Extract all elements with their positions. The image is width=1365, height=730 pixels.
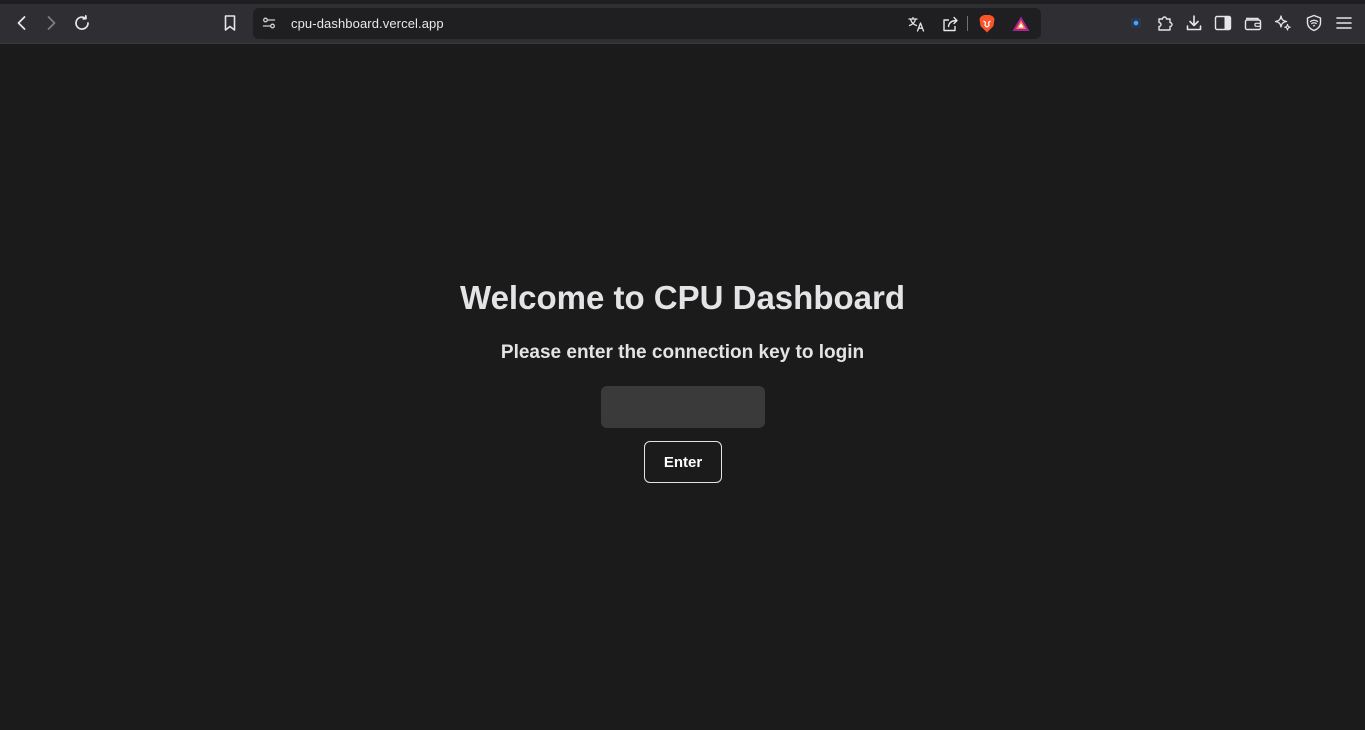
browser-toolbar: cpu-dashboard.vercel.app (0, 4, 1365, 44)
site-settings-icon[interactable] (261, 15, 277, 31)
chevron-left-icon (17, 16, 26, 30)
enter-button[interactable]: Enter (644, 441, 722, 483)
forward-button[interactable] (37, 9, 65, 37)
wallet-icon (1244, 17, 1262, 31)
bookmark-icon (224, 15, 236, 31)
address-bar-separator (967, 16, 968, 31)
chevron-right-icon (47, 16, 56, 30)
sidebar-button[interactable] (1209, 9, 1237, 37)
reload-icon (75, 14, 89, 30)
share-icon (943, 16, 958, 32)
connection-key-input[interactable] (601, 386, 765, 428)
hamburger-menu-icon (1336, 17, 1352, 29)
brave-rewards-button[interactable] (1010, 13, 1032, 35)
downloads-button[interactable] (1180, 9, 1208, 37)
sparkle-icon (1274, 15, 1291, 31)
login-instruction: Please enter the connection key to login (500, 342, 865, 363)
vpn-button[interactable] (1300, 9, 1328, 37)
vpn-shield-icon (1306, 14, 1322, 32)
bookmark-button[interactable] (216, 9, 244, 37)
brave-lion-icon (979, 15, 995, 33)
page-title: Welcome to CPU Dashboard (460, 279, 905, 316)
reload-button[interactable] (68, 9, 96, 37)
translate-icon (908, 16, 925, 32)
extensions-button[interactable] (1151, 9, 1179, 37)
brave-rewards-triangle-icon (1012, 16, 1030, 31)
url-text[interactable]: cpu-dashboard.vercel.app (291, 16, 444, 31)
sidebar-icon (1214, 15, 1232, 31)
puzzle-icon (1158, 16, 1173, 31)
page-content: Welcome to CPU Dashboard Please enter th… (0, 44, 1365, 730)
wallet-button[interactable] (1239, 9, 1267, 37)
pinned-extension-button[interactable] (1122, 9, 1150, 37)
address-bar[interactable]: cpu-dashboard.vercel.app (253, 8, 1041, 39)
brave-shields-button[interactable] (976, 13, 998, 35)
back-button[interactable] (8, 9, 36, 37)
translate-button[interactable] (906, 13, 928, 35)
leo-ai-button[interactable] (1269, 9, 1297, 37)
download-icon (1186, 15, 1202, 31)
extension-icon (1131, 18, 1141, 28)
share-button[interactable] (940, 13, 962, 35)
main-menu-button[interactable] (1330, 9, 1358, 37)
